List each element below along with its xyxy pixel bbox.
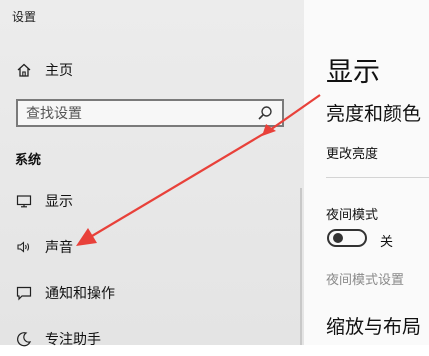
content-pane: 显示 亮度和颜色 更改亮度 夜间模式 关 夜间模式设置 缩放与布局: [304, 0, 429, 345]
moon-icon: [15, 330, 33, 348]
change-brightness-label: 更改亮度: [326, 147, 379, 162]
night-mode-label: 夜间模式: [326, 208, 379, 223]
night-mode-settings-link[interactable]: 夜间模式设置: [326, 269, 404, 288]
toggle-knob: [333, 233, 343, 243]
sidebar-item-label: 声音: [45, 240, 73, 256]
search-icon[interactable]: [256, 104, 274, 122]
sidebar-item-focus-assist[interactable]: 专注助手: [0, 322, 300, 356]
notification-icon: [15, 284, 33, 302]
sidebar-item-label: 通知和操作: [45, 286, 115, 302]
night-mode-state: 关: [380, 235, 394, 250]
sidebar-scrollbar[interactable]: [300, 188, 302, 345]
sidebar: 设置 主页 查找设置 系统 显示 声音 通知和操作 专注助手: [0, 0, 304, 348]
search-placeholder: 查找设置: [26, 106, 82, 122]
sidebar-item-display[interactable]: 显示: [0, 184, 300, 218]
monitor-icon: [15, 192, 33, 210]
sidebar-item-label: 专注助手: [45, 332, 101, 348]
sidebar-item-label: 主页: [45, 63, 73, 79]
section-label: 系统: [15, 153, 42, 168]
app-title: 设置: [12, 10, 37, 24]
sidebar-item-sound[interactable]: 声音: [0, 230, 300, 264]
night-mode-toggle[interactable]: [327, 229, 367, 247]
speaker-icon: [15, 238, 33, 256]
scale-layout-heading: 缩放与布局: [326, 316, 422, 338]
brightness-heading: 亮度和颜色: [326, 103, 422, 125]
home-icon: [15, 61, 33, 79]
search-input[interactable]: 查找设置: [16, 99, 284, 127]
brightness-slider-track[interactable]: [326, 177, 429, 178]
sidebar-item-label: 显示: [45, 194, 73, 210]
page-title: 显示: [326, 57, 380, 88]
sidebar-item-notifications[interactable]: 通知和操作: [0, 276, 300, 310]
sidebar-item-home[interactable]: 主页: [0, 53, 300, 87]
